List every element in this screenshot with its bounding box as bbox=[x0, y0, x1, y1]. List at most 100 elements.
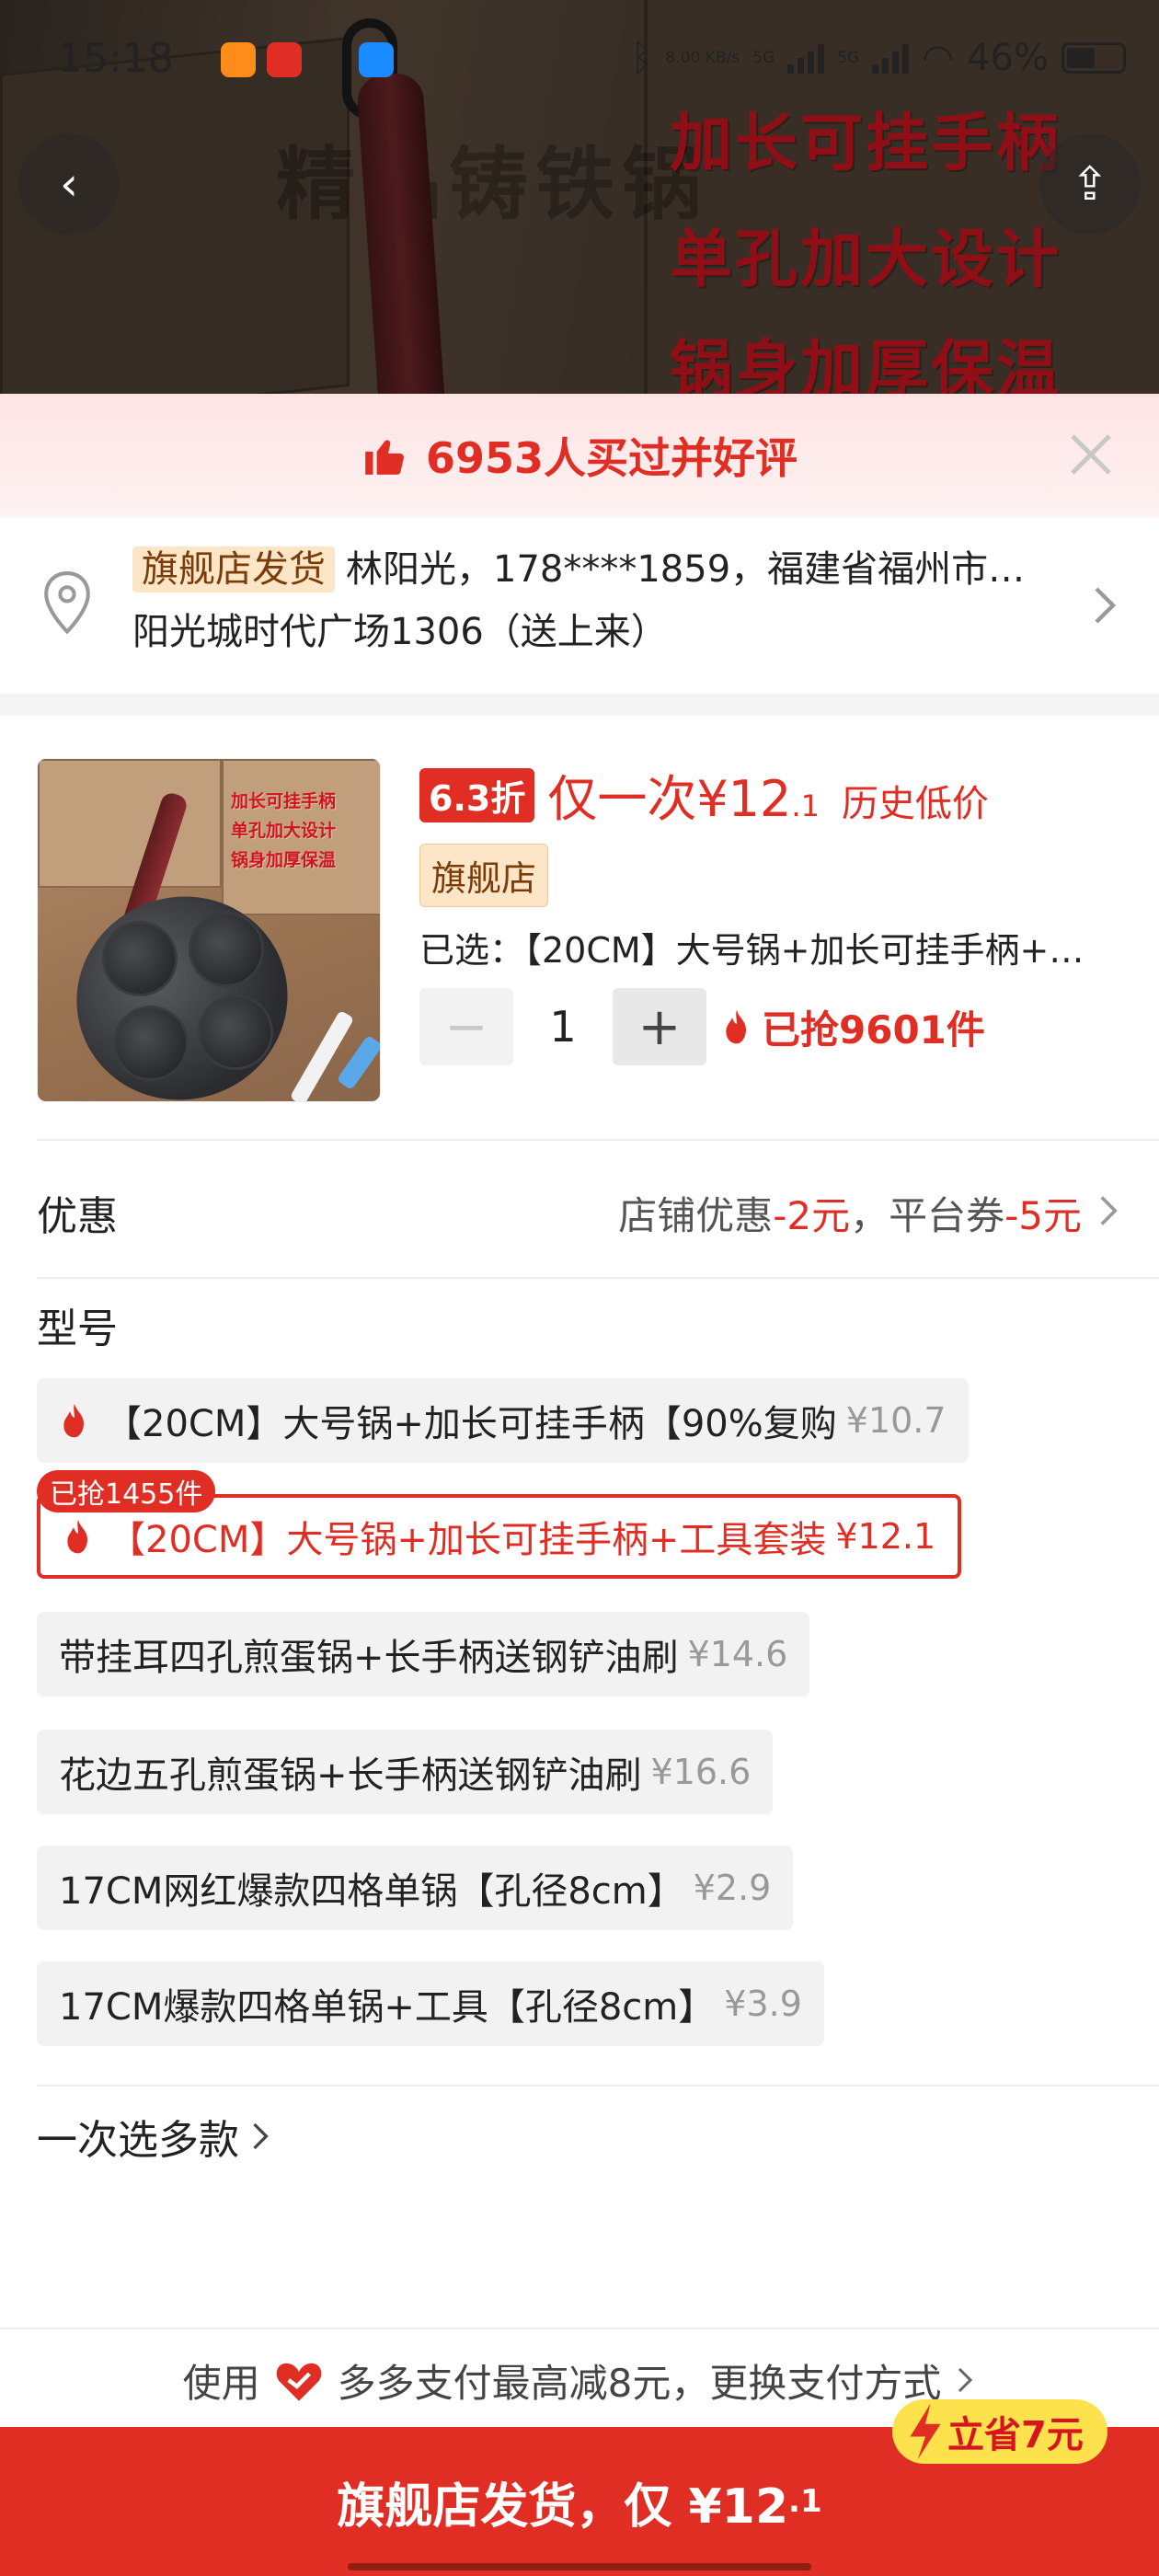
address-line-2: 阳光城时代广场1306（送上来） bbox=[132, 611, 668, 653]
divider bbox=[37, 1277, 1159, 1279]
payment-prefix: 使用 bbox=[182, 2360, 260, 2406]
price-note: 历史低价 bbox=[841, 783, 989, 825]
signal-bars-icon bbox=[872, 42, 910, 74]
sku-selection-sheet: 6953人买过并好评 旗舰店发货 林阳光，178****1859，福建省福州市… … bbox=[0, 394, 1159, 2576]
product-thumbnail[interactable]: 加长可挂手柄 单孔加大设计 锅身加厚保温 bbox=[37, 758, 381, 1102]
payment-text: 多多支付最高减8元，更换支付方式 bbox=[337, 2360, 942, 2406]
model-option-label: 花边五孔煎蛋锅+长手柄送钢铲油刷 bbox=[59, 1754, 642, 1797]
address-line-1: 旗舰店发货 林阳光，178****1859，福建省福州市… bbox=[132, 541, 1061, 598]
fire-icon bbox=[67, 1519, 87, 1554]
status-time: 15:18 bbox=[57, 35, 174, 82]
model-option-price: ¥10.7 bbox=[845, 1400, 947, 1441]
pan-cup bbox=[113, 1006, 189, 1081]
model-option[interactable]: 17CM网红爆款四格单锅【孔径8cm】 ¥2.9 bbox=[37, 1846, 794, 1930]
price-main: 仅一次¥12 bbox=[547, 770, 792, 828]
fire-icon bbox=[726, 1009, 746, 1044]
save-text: 立省7元 bbox=[947, 2414, 1084, 2456]
option-sold-badge: 已抢1455件 bbox=[37, 1470, 216, 1512]
share-icon: ⇪ bbox=[1071, 157, 1109, 211]
location-pin-icon bbox=[44, 571, 90, 635]
shipping-address[interactable]: 旗舰店发货 林阳光，178****1859，福建省福州市… 阳光城时代广场1306… bbox=[0, 517, 1159, 694]
spatula bbox=[289, 1009, 355, 1101]
model-option-label: 带挂耳四孔煎蛋锅+长手柄送钢铲油刷 bbox=[59, 1637, 679, 1679]
model-option[interactable]: 【20CM】大号锅+加长可挂手柄【90%复购 ¥10.7 bbox=[37, 1378, 969, 1463]
discount-label: 优惠 bbox=[37, 1193, 118, 1240]
model-option-price: ¥2.9 bbox=[693, 1868, 772, 1908]
model-option-price: ¥16.6 bbox=[650, 1752, 752, 1792]
model-label: 型号 bbox=[37, 1305, 118, 1352]
oil-brush bbox=[336, 1034, 380, 1091]
increase-qty-button[interactable]: + bbox=[613, 988, 706, 1065]
section-separator bbox=[0, 694, 1159, 716]
praise-banner: 6953人买过并好评 bbox=[0, 394, 1159, 517]
close-icon[interactable] bbox=[1063, 427, 1119, 482]
model-option-label: 【20CM】大号锅+加长可挂手柄+工具套装 bbox=[109, 1519, 827, 1561]
selected-variant: 已选：【20CM】大号锅+加长可挂手柄+工具套装 bbox=[419, 930, 1119, 971]
share-button[interactable]: ⇪ bbox=[1039, 133, 1141, 235]
model-option[interactable]: 花边五孔煎蛋锅+长手柄送钢铲油刷 ¥16.6 bbox=[37, 1730, 774, 1814]
signal-label: 5G bbox=[752, 49, 775, 67]
discount-badge: 6.3折 bbox=[419, 768, 535, 822]
product-info: 6.3折 仅一次¥12.1 历史低价 旗舰店 已选：【20CM】大号锅+加长可挂… bbox=[419, 758, 1119, 972]
model-option-price: ¥3.9 bbox=[724, 1984, 802, 2024]
multi-select-link[interactable]: 一次选多款 bbox=[37, 2107, 272, 2166]
carton-box bbox=[38, 759, 222, 888]
product-summary: 加长可挂手柄 单孔加大设计 锅身加厚保温 6.3折 仅一次¥12.1 历史低价 … bbox=[0, 716, 1159, 1139]
chevron-right-icon bbox=[253, 2122, 269, 2150]
price-line: 6.3折 仅一次¥12.1 历史低价 bbox=[419, 758, 1119, 831]
chevron-left-icon: ‹ bbox=[60, 157, 78, 211]
store-discount-label: 店铺优惠 bbox=[618, 1193, 774, 1238]
sold-text: 已抢9601件 bbox=[762, 1006, 985, 1052]
multi-select-label: 一次选多款 bbox=[37, 2117, 239, 2164]
save-badge: 立省7元 bbox=[892, 2399, 1107, 2464]
fire-icon bbox=[63, 1403, 84, 1438]
quantity-value[interactable]: 1 bbox=[513, 1002, 613, 1052]
thumbs-up-icon bbox=[365, 440, 404, 475]
net-speed: 8.00 KB/s bbox=[665, 49, 740, 67]
app-notification-icon bbox=[359, 42, 394, 77]
platform-coupon-amount: -5元 bbox=[1004, 1193, 1082, 1238]
wifi-icon: ◠ bbox=[922, 37, 955, 79]
ship-from-tag: 旗舰店发货 bbox=[132, 546, 335, 592]
buy-now-label: 旗舰店发货，仅 ¥12 bbox=[337, 2478, 789, 2535]
price-decimal: .1 bbox=[791, 788, 820, 823]
model-option[interactable]: 17CM爆款四格单锅+工具【孔径8cm】 ¥3.9 bbox=[37, 1961, 824, 2046]
signal-label: 5G bbox=[837, 49, 860, 67]
chevron-right-icon bbox=[1100, 1196, 1118, 1225]
lightning-icon bbox=[910, 2403, 941, 2460]
buy-now-decimal: .1 bbox=[788, 2483, 822, 2520]
chevron-right-icon bbox=[958, 2367, 973, 2393]
pan-cup bbox=[198, 995, 273, 1070]
pan-cup bbox=[102, 921, 178, 996]
model-option-label: 17CM爆款四格单锅+工具【孔径8cm】 bbox=[59, 1986, 716, 2029]
back-button[interactable]: ‹ bbox=[18, 133, 120, 235]
platform-coupon-label: ，平台券 bbox=[850, 1193, 1005, 1238]
discount-value: 店铺优惠-2元，平台券-5元 bbox=[618, 1185, 1082, 1241]
store-discount-amount: -2元 bbox=[773, 1193, 851, 1238]
discount-row[interactable]: 优惠 店铺优惠-2元，平台券-5元 bbox=[0, 1141, 1159, 1279]
thumb-promo-text: 加长可挂手柄 单孔加大设计 锅身加厚保温 bbox=[231, 787, 336, 875]
divider bbox=[37, 2085, 1159, 2087]
pan-cup bbox=[189, 912, 264, 987]
store-tag: 旗舰店 bbox=[419, 844, 549, 907]
app-notification-icon bbox=[267, 42, 302, 77]
quantity-stepper: − 1 + 已抢9601件 bbox=[419, 988, 985, 1065]
decrease-qty-button[interactable]: − bbox=[419, 988, 513, 1065]
model-option-price: ¥12.1 bbox=[835, 1516, 936, 1557]
signal-bars-icon bbox=[787, 42, 825, 74]
thumb-promo-line: 锅身加厚保温 bbox=[231, 850, 337, 870]
model-option[interactable]: 带挂耳四孔煎蛋锅+长手柄送钢铲油刷 ¥14.6 bbox=[37, 1612, 810, 1696]
bluetooth-icon: ᛒ bbox=[630, 37, 653, 79]
thumb-promo-line: 加长可挂手柄 bbox=[231, 791, 337, 811]
praise-text: 6953人买过并好评 bbox=[425, 433, 798, 483]
model-option-label: 17CM网红爆款四格单锅【孔径8cm】 bbox=[59, 1870, 684, 1913]
battery-percent: 46% bbox=[967, 37, 1049, 79]
model-option-price: ¥14.6 bbox=[687, 1634, 788, 1674]
sold-count: 已抢9601件 bbox=[721, 999, 985, 1055]
thumb-promo-line: 单孔加大设计 bbox=[231, 821, 337, 841]
home-indicator[interactable] bbox=[348, 2563, 811, 2570]
model-option-label: 【20CM】大号锅+加长可挂手柄【90%复购 bbox=[105, 1403, 837, 1445]
battery-icon bbox=[1061, 42, 1126, 74]
price: 仅一次¥12.1 bbox=[547, 758, 820, 831]
status-bar: 15:18 ᛒ 8.00 KB/s 5G 5G ◠ 46% bbox=[0, 0, 1159, 120]
